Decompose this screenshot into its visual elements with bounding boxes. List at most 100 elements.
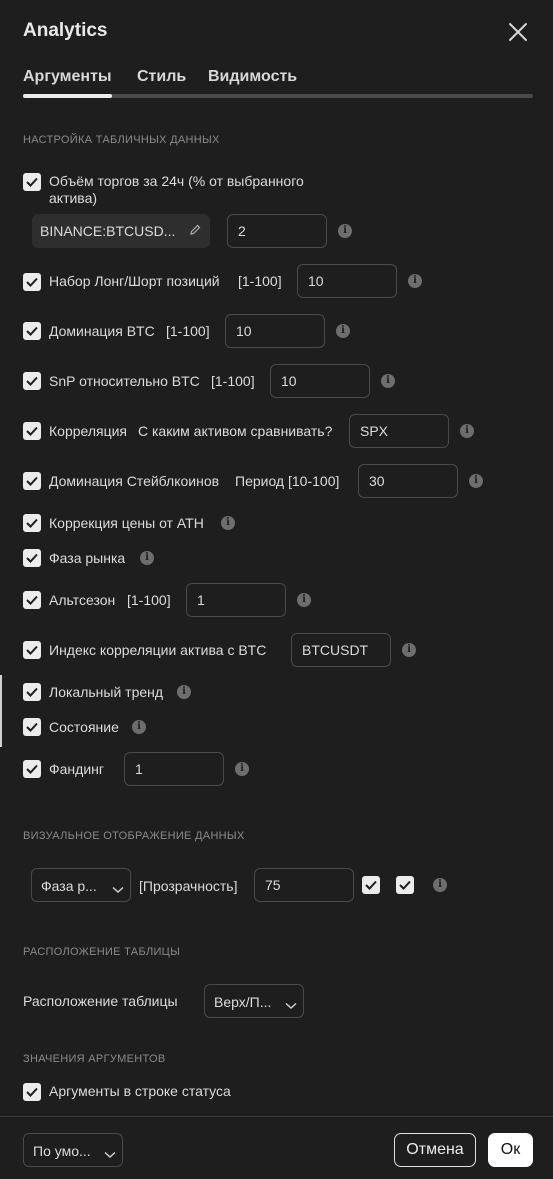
- altseason-label: Альтсезон: [49, 592, 116, 608]
- section-table-position-title: РАСПОЛОЖЕНИЕ ТАБЛИЦЫ: [23, 946, 181, 958]
- info-icon[interactable]: i: [460, 424, 474, 438]
- check-icon: [26, 177, 38, 187]
- long-short-checkbox[interactable]: [23, 273, 41, 291]
- snp-input[interactable]: 10: [270, 364, 370, 398]
- check-icon: [26, 277, 38, 287]
- ath-correction-checkbox[interactable]: [23, 514, 41, 532]
- chevron-down-icon: [112, 881, 124, 899]
- tab-style[interactable]: Стиль: [137, 68, 186, 86]
- check-icon: [399, 880, 411, 890]
- corr-index-checkbox[interactable]: [23, 641, 41, 659]
- funding-label: Фандинг: [49, 761, 104, 777]
- visual-select[interactable]: Фаза р...: [31, 868, 131, 902]
- info-icon[interactable]: i: [221, 516, 235, 530]
- check-icon: [26, 376, 38, 386]
- info-icon[interactable]: i: [408, 274, 422, 288]
- long-short-label: Набор Лонг/Шорт позиций: [49, 273, 220, 289]
- volume-label-line1: Объём торгов за 24ч (% от выбранного: [49, 173, 304, 189]
- arg-status-label: Аргументы в строке статуса: [49, 1083, 231, 1099]
- info-icon[interactable]: i: [402, 643, 416, 657]
- pencil-icon: [188, 223, 202, 242]
- altseason-checkbox[interactable]: [23, 591, 41, 609]
- corr-index-label: Индекс корреляции актива с BTC: [49, 642, 267, 658]
- local-trend-checkbox[interactable]: [23, 683, 41, 701]
- volume-input[interactable]: 2: [227, 214, 327, 248]
- info-icon[interactable]: i: [297, 593, 311, 607]
- snp-checkbox[interactable]: [23, 372, 41, 390]
- altseason-input[interactable]: 1: [186, 583, 286, 617]
- corr-index-input[interactable]: BTCUSDT: [291, 633, 391, 667]
- market-phase-checkbox[interactable]: [23, 549, 41, 567]
- check-icon: [26, 595, 38, 605]
- visual-checkbox-2[interactable]: [396, 876, 414, 894]
- tab-visibility[interactable]: Видимость: [208, 68, 297, 86]
- state-label: Состояние: [49, 719, 119, 735]
- info-icon[interactable]: i: [235, 762, 249, 776]
- long-short-range: [1-100]: [238, 273, 282, 289]
- btc-dominance-range: [1-100]: [166, 323, 210, 339]
- info-icon[interactable]: i: [338, 224, 352, 238]
- funding-checkbox[interactable]: [23, 760, 41, 778]
- check-icon: [26, 518, 38, 528]
- stable-dominance-label: Доминация Стейблкоинов: [49, 473, 220, 489]
- footer-divider: [0, 1116, 553, 1117]
- correlation-label: Корреляция: [49, 423, 128, 439]
- btc-dominance-checkbox[interactable]: [23, 322, 41, 340]
- correlation-input[interactable]: SPX: [349, 414, 449, 448]
- info-icon[interactable]: i: [140, 551, 154, 565]
- market-phase-label: Фаза рынка: [49, 550, 126, 566]
- check-icon: [26, 476, 38, 486]
- check-icon: [365, 880, 377, 890]
- volume-checkbox[interactable]: [23, 173, 41, 191]
- local-trend-label: Локальный тренд: [49, 684, 164, 700]
- stable-dominance-sub-label: Период [10-100]: [235, 473, 340, 489]
- check-icon: [26, 764, 38, 774]
- preset-select[interactable]: По умо...: [23, 1133, 123, 1167]
- stable-dominance-input[interactable]: 30: [358, 464, 458, 498]
- ath-correction-label: Коррекция цены от ATH: [49, 515, 204, 531]
- section-visual-title: ВИЗУАЛЬНОЕ ОТОБРАЖЕНИЕ ДАННЫХ: [23, 830, 245, 842]
- check-icon: [26, 687, 38, 697]
- check-icon: [26, 426, 38, 436]
- tab-arguments[interactable]: Аргументы: [23, 68, 112, 86]
- snp-range: [1-100]: [211, 373, 255, 389]
- opacity-input[interactable]: 75: [254, 868, 354, 902]
- scroll-marker: [0, 675, 2, 747]
- chevron-down-icon: [104, 1146, 116, 1164]
- state-checkbox[interactable]: [23, 718, 41, 736]
- info-icon[interactable]: i: [433, 878, 447, 892]
- table-position-select[interactable]: Верх/П...: [204, 984, 304, 1018]
- table-position-select-text: Верх/П...: [214, 994, 272, 1010]
- funding-input[interactable]: 1: [124, 752, 224, 786]
- info-icon[interactable]: i: [336, 324, 350, 338]
- section-arg-values-title: ЗНАЧЕНИЯ АРГУМЕНТОВ: [23, 1053, 166, 1065]
- snp-label: SnP относительно BTC: [49, 373, 200, 389]
- info-icon[interactable]: i: [177, 685, 191, 699]
- table-position-label: Расположение таблицы: [23, 993, 178, 1009]
- arg-status-checkbox[interactable]: [23, 1083, 41, 1101]
- cancel-button[interactable]: Отмена: [394, 1133, 476, 1167]
- info-icon[interactable]: i: [469, 474, 483, 488]
- dialog-title: Analytics: [23, 20, 108, 41]
- btc-dominance-input[interactable]: 10: [225, 314, 325, 348]
- section-table-data-title: НАСТРОЙКА ТАБЛИЧНЫХ ДАННЫХ: [23, 134, 220, 146]
- ok-button[interactable]: Ок: [488, 1133, 533, 1167]
- analytics-dialog: Analytics Аргументы Стиль Видимость НАСТ…: [0, 0, 553, 1179]
- info-icon[interactable]: i: [381, 374, 395, 388]
- stable-dominance-checkbox[interactable]: [23, 472, 41, 490]
- info-icon[interactable]: i: [132, 720, 146, 734]
- volume-label-line2: актива): [49, 190, 98, 206]
- visual-checkbox-1[interactable]: [362, 876, 380, 894]
- tab-bar: Аргументы Стиль Видимость: [23, 68, 533, 98]
- correlation-checkbox[interactable]: [23, 422, 41, 440]
- visual-select-text: Фаза р...: [41, 878, 97, 894]
- check-icon: [26, 326, 38, 336]
- chevron-down-icon: [285, 997, 297, 1015]
- opacity-label: [Прозрачность]: [139, 878, 238, 894]
- volume-symbol-selector[interactable]: BINANCE:BTCUSD...: [32, 214, 210, 248]
- long-short-input[interactable]: 10: [297, 264, 397, 298]
- btc-dominance-label: Доминация BTC: [49, 323, 155, 339]
- check-icon: [26, 553, 38, 563]
- correlation-sub-label: С каким активом сравнивать?: [138, 423, 333, 439]
- close-icon[interactable]: [508, 22, 528, 42]
